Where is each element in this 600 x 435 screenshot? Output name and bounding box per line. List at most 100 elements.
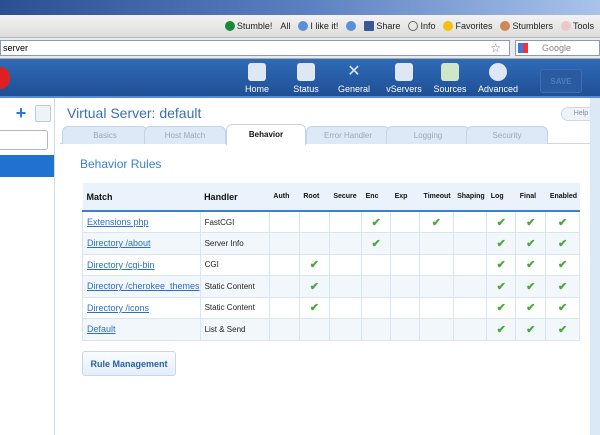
browser-toolbar: Stumble! All I like it! Share Info Favor… bbox=[0, 15, 600, 38]
rule-management-button[interactable]: Rule Management bbox=[82, 351, 176, 376]
favorites-button[interactable]: Favorites bbox=[443, 21, 492, 31]
check-icon: ✔ bbox=[361, 232, 392, 255]
clone-icon[interactable] bbox=[35, 105, 51, 122]
column-header-secure: Secure bbox=[329, 183, 362, 212]
column-header-root: Root bbox=[299, 183, 330, 212]
tab-behavior[interactable]: Behavior bbox=[226, 124, 306, 145]
empty-cell bbox=[268, 210, 300, 233]
tools-label: Tools bbox=[572, 21, 594, 31]
check-icon: ✔ bbox=[545, 318, 580, 341]
app-header: Home Status ✕ General vServers Sources Ad… bbox=[0, 59, 600, 98]
monitor-icon bbox=[297, 63, 315, 81]
column-header-exp: Exp bbox=[390, 183, 420, 212]
match-cell: Directory /about bbox=[82, 232, 201, 255]
info-button[interactable]: Info bbox=[408, 21, 435, 31]
all-dropdown[interactable]: All bbox=[280, 21, 290, 31]
dislike-button[interactable] bbox=[346, 21, 357, 31]
column-header-auth: Auth bbox=[269, 183, 300, 212]
tab-error-handler[interactable]: Error Handler bbox=[306, 126, 390, 144]
nav-advanced[interactable]: Advanced bbox=[477, 63, 519, 94]
tab-basics[interactable]: Basics bbox=[62, 126, 148, 144]
check-icon: ✔ bbox=[486, 318, 517, 341]
check-icon: ✔ bbox=[545, 275, 580, 298]
facebook-icon bbox=[364, 21, 375, 31]
tools-icon: ✕ bbox=[347, 63, 361, 80]
sources-icon bbox=[441, 63, 459, 81]
behavior-rules-table: Match Handler Auth Root Secure Enc Exp Timeout S… bbox=[82, 183, 580, 341]
url-input[interactable]: server ☆ bbox=[0, 40, 510, 56]
share-label: Share bbox=[376, 21, 401, 31]
stumble-button[interactable]: Stumble! bbox=[224, 21, 272, 31]
like-button[interactable]: I like it! bbox=[298, 21, 338, 31]
table-header: Match Handler Auth Root Secure Enc Exp Timeout S… bbox=[82, 183, 580, 212]
bookmark-star-icon[interactable]: ☆ bbox=[490, 41, 501, 55]
check-icon: ✔ bbox=[486, 296, 517, 319]
empty-cell bbox=[268, 253, 300, 276]
tools-icon bbox=[560, 21, 571, 31]
servers-icon bbox=[395, 63, 413, 81]
tab-security[interactable]: Security bbox=[466, 126, 548, 144]
rule-link[interactable]: Default bbox=[87, 324, 116, 334]
search-input[interactable]: Google bbox=[515, 40, 600, 56]
rule-link[interactable]: Directory /cherokee_themes bbox=[87, 281, 199, 291]
table-row: Directory /about Server Info ✔ ✔ ✔ ✔ bbox=[82, 232, 580, 255]
check-icon: ✔ bbox=[515, 210, 547, 233]
search-placeholder: Google bbox=[542, 43, 572, 53]
share-button[interactable]: Share bbox=[364, 21, 400, 31]
empty-cell bbox=[298, 232, 330, 255]
column-header-log: Log bbox=[486, 183, 516, 212]
address-bar-area: server ☆ Google bbox=[0, 38, 600, 59]
empty-cell bbox=[268, 275, 300, 298]
check-icon: ✔ bbox=[545, 296, 580, 319]
add-icon[interactable]: + bbox=[13, 104, 29, 122]
column-header-timeout: Timeout bbox=[419, 183, 454, 212]
nav-general-label: General bbox=[337, 84, 371, 94]
scrollbar[interactable] bbox=[590, 98, 600, 435]
check-icon: ✔ bbox=[515, 232, 547, 255]
stumblers-button[interactable]: Stumblers bbox=[500, 21, 553, 31]
match-cell: Directory /icons bbox=[82, 296, 201, 319]
gear-icon bbox=[489, 63, 507, 81]
info-label: Info bbox=[420, 21, 436, 31]
rule-link[interactable]: Extensions php bbox=[87, 217, 149, 227]
empty-cell bbox=[419, 232, 454, 255]
nav-sources[interactable]: Sources bbox=[429, 63, 471, 94]
people-icon bbox=[500, 21, 511, 31]
save-button[interactable]: SAVE bbox=[540, 69, 582, 93]
check-icon: ✔ bbox=[486, 210, 517, 233]
nav-status[interactable]: Status bbox=[285, 63, 327, 94]
tab-logging[interactable]: Logging bbox=[386, 126, 470, 144]
home-icon bbox=[248, 63, 266, 81]
rule-link[interactable]: Directory /icons bbox=[87, 303, 149, 313]
browser-title-bar bbox=[0, 0, 600, 15]
empty-cell bbox=[268, 232, 300, 255]
page-title: Virtual Server: default bbox=[67, 105, 202, 121]
empty-cell bbox=[328, 253, 363, 276]
rule-link[interactable]: Directory /cgi-bin bbox=[87, 260, 155, 270]
nav-home-label: Home bbox=[244, 84, 269, 94]
nav-home[interactable]: Home bbox=[236, 63, 278, 94]
nav-vservers[interactable]: vServers bbox=[383, 63, 425, 94]
table-row: Directory /cherokee_themes Static Content… bbox=[82, 275, 580, 298]
empty-cell bbox=[298, 318, 330, 341]
match-cell: Directory /cherokee_themes bbox=[82, 275, 201, 298]
check-icon: ✔ bbox=[298, 253, 330, 276]
handler-cell: CGI bbox=[199, 253, 270, 276]
empty-cell bbox=[390, 232, 421, 255]
empty-cell bbox=[419, 253, 454, 276]
tools-button[interactable]: Tools bbox=[560, 21, 594, 31]
empty-cell bbox=[452, 210, 488, 233]
check-icon: ✔ bbox=[545, 253, 580, 276]
empty-cell bbox=[361, 296, 392, 319]
check-icon: ✔ bbox=[515, 318, 547, 341]
sidebar-item-selected[interactable] bbox=[0, 155, 54, 177]
tab-host-match[interactable]: Host Match bbox=[144, 126, 226, 144]
rule-link[interactable]: Directory /about bbox=[87, 238, 151, 248]
stumbleupon-icon bbox=[224, 21, 235, 31]
sidebar-filter-input[interactable] bbox=[0, 130, 48, 150]
check-icon: ✔ bbox=[486, 232, 517, 255]
stumblers-label: Stumblers bbox=[512, 21, 553, 31]
empty-cell bbox=[452, 296, 488, 319]
nav-general[interactable]: ✕ General bbox=[333, 63, 375, 94]
column-header-final: Final bbox=[515, 183, 546, 212]
